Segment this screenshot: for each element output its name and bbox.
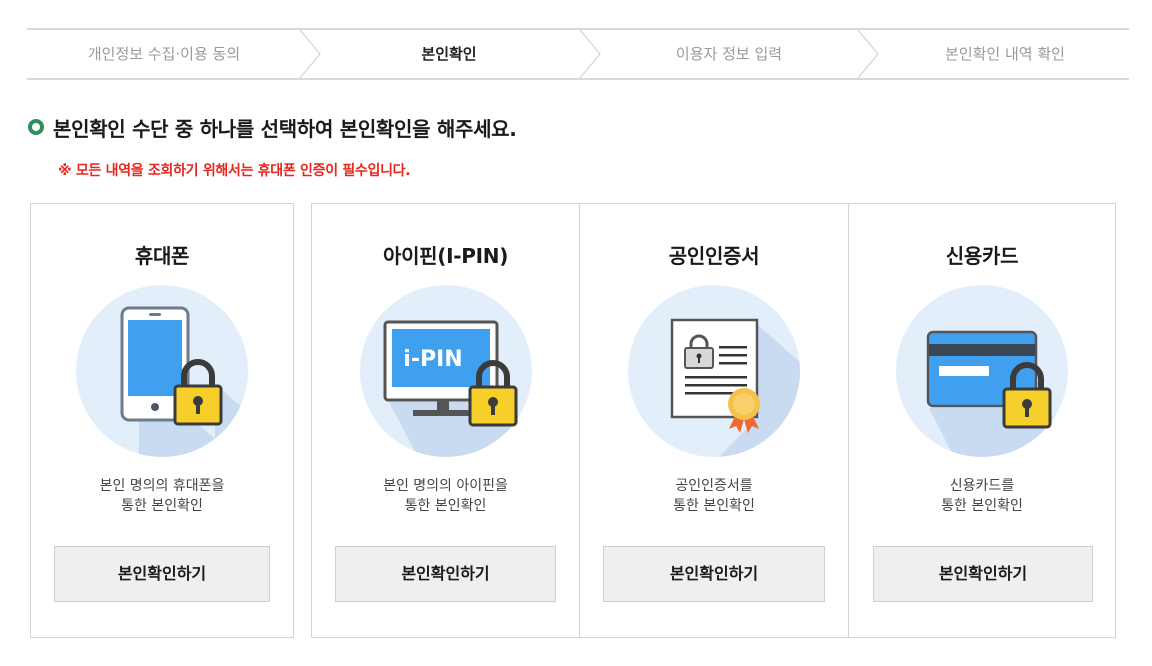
heading-text: 본인확인 수단 중 하나를 선택하여 본인확인을 해주세요.	[53, 116, 517, 141]
verify-ipin-button[interactable]: 본인확인하기	[335, 546, 556, 602]
bullet-icon	[28, 119, 44, 135]
step-confirm-history: 본인확인 내역 확인	[945, 45, 1065, 63]
method-card-group: 아이핀(I-PIN) i-PIN 본인 명의의 아이핀을 통한 본인확인 본인확…	[311, 203, 1116, 638]
step-progress-bar: 개인정보 수집·이용 동의 본인확인 이용자 정보 입력 본인확인 내역 확인	[27, 28, 1129, 80]
credit-card-lock-icon	[895, 284, 1069, 458]
ipin-monitor-lock-icon: i-PIN	[359, 284, 533, 458]
smartphone-lock-icon	[75, 284, 249, 458]
card-title: 휴대폰	[134, 244, 190, 268]
method-card-phone: 휴대폰 본인 명의의 휴대폰을 통한 본인확인 본인확인하기	[30, 203, 294, 638]
step-separator-icon	[857, 30, 879, 78]
method-card-certificate: 공인인증서 공인인증서를 통한 본인확인 본인확인하기	[580, 204, 848, 637]
verify-credit-card-button[interactable]: 본인확인하기	[873, 546, 1093, 602]
section-heading: 본인확인 수단 중 하나를 선택하여 본인확인을 해주세요.	[28, 114, 517, 141]
card-description: 본인 명의의 휴대폰을 통한 본인확인	[99, 478, 225, 514]
card-description: 신용카드를 통한 본인확인	[941, 478, 1023, 514]
card-title: 공인인증서	[668, 244, 760, 268]
method-card-ipin: 아이핀(I-PIN) i-PIN 본인 명의의 아이핀을 통한 본인확인 본인확…	[312, 204, 579, 637]
certificate-icon	[627, 284, 801, 458]
verify-certificate-button[interactable]: 본인확인하기	[603, 546, 825, 602]
step-identity-verification: 본인확인	[421, 45, 477, 63]
step-separator-icon	[299, 30, 321, 78]
card-description: 공인인증서를 통한 본인확인	[673, 478, 755, 514]
notice-text: ※ 모든 내역을 조회하기 위해서는 휴대폰 인증이 필수입니다.	[58, 163, 411, 179]
method-card-credit-card: 신용카드 신용카드를 통한 본인확인 본인확인하기	[849, 204, 1115, 637]
card-title: 신용카드	[945, 244, 1019, 268]
step-user-info: 이용자 정보 입력	[675, 45, 783, 63]
step-separator-icon	[579, 30, 601, 78]
card-description: 본인 명의의 아이핀을 통한 본인확인	[383, 478, 508, 514]
verify-phone-button[interactable]: 본인확인하기	[54, 546, 270, 602]
svg-text:i-PIN: i-PIN	[403, 347, 462, 372]
card-title: 아이핀(I-PIN)	[382, 244, 509, 268]
step-consent: 개인정보 수집·이용 동의	[87, 45, 241, 63]
